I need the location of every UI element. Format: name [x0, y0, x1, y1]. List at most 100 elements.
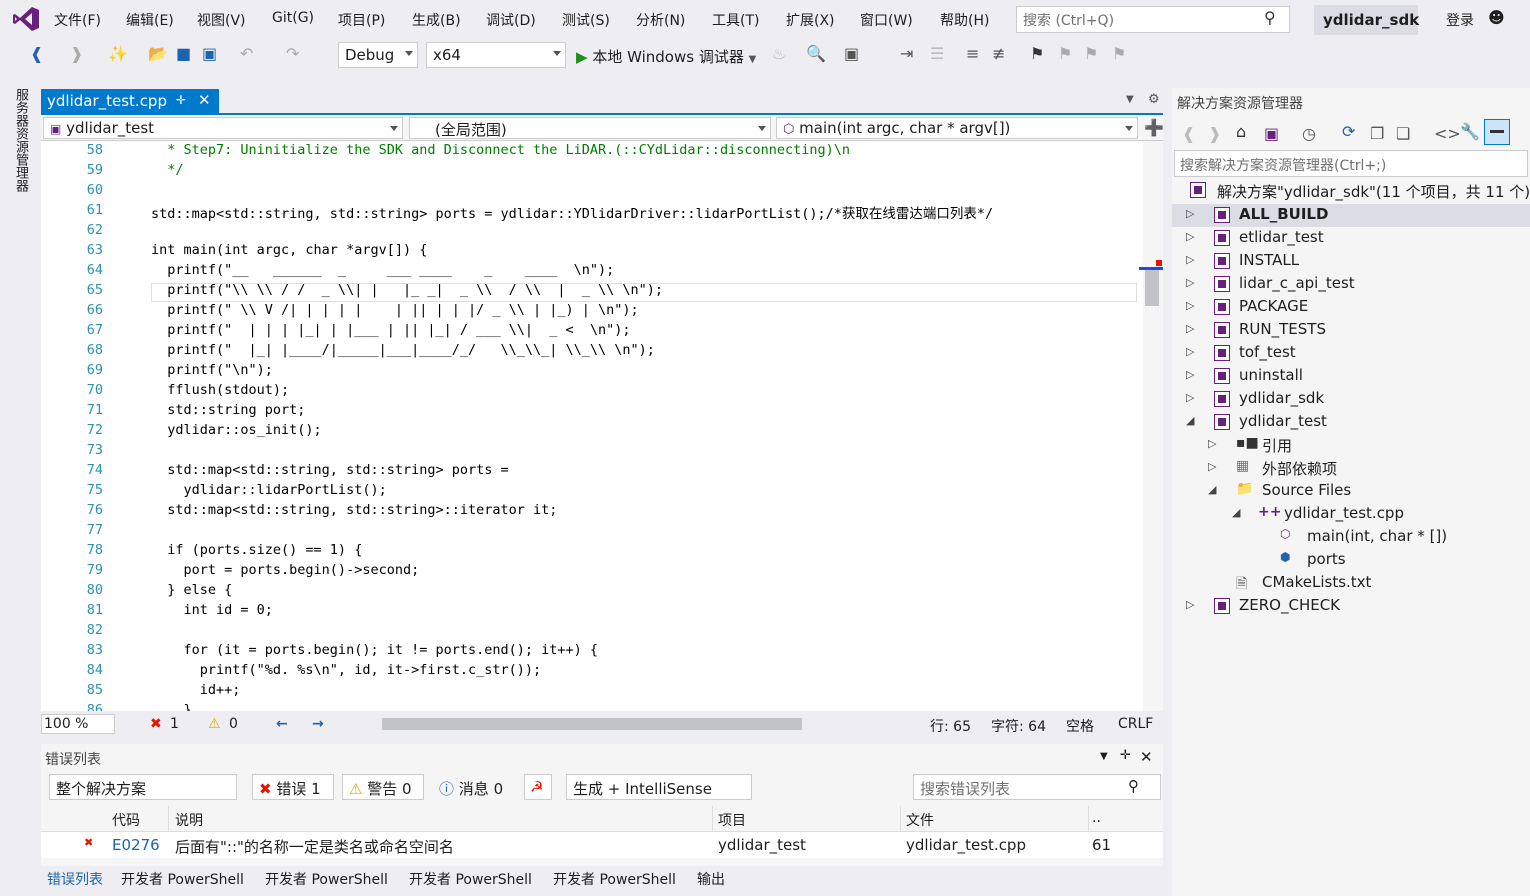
clear-bookmarks-icon[interactable]: ⚑ [1112, 44, 1126, 63]
split-icon[interactable]: ➕ [1144, 118, 1164, 137]
login-link[interactable]: 登录 [1446, 10, 1474, 30]
code-line[interactable]: 76 std::map<std::string, std::string>::i… [41, 502, 1141, 522]
server-explorer-tab[interactable]: 服务器资源管理器 [8, 88, 30, 218]
sync-icon[interactable]: ⟳ [1342, 122, 1355, 141]
tree-item-zero-check[interactable]: ▷ ZERO_CHECK [1172, 595, 1530, 618]
error-icon[interactable]: ✖ [150, 716, 162, 732]
tree-item-run-tests[interactable]: ▷ RUN_TESTS [1172, 319, 1530, 342]
code-line[interactable]: 72 ydlidar::os_init(); [41, 422, 1141, 442]
pin-icon[interactable]: ✛ [176, 93, 186, 107]
editor-vertical-scrollbar[interactable] [1143, 141, 1163, 711]
code-line[interactable]: 58 * Step7: Uninitialize the SDK and Dis… [41, 142, 1141, 162]
scope-filter-select[interactable]: 整个解决方案 [49, 774, 237, 800]
messages-filter-button[interactable]: ⓘ 消息 0 [432, 774, 514, 800]
preview-toggle-button[interactable] [1484, 119, 1510, 145]
format-icon[interactable]: ☰ [930, 44, 944, 63]
open-folder-icon[interactable]: 📂 [148, 44, 168, 63]
menu-edit[interactable]: 编辑(E) [126, 10, 174, 30]
new-item-icon[interactable]: ✨ [108, 44, 128, 63]
tree-item-all-build[interactable]: ▷ ALL_BUILD [1172, 204, 1530, 227]
horizontal-scrollbar-thumb[interactable] [382, 718, 802, 730]
code-line[interactable]: 61 std::map<std::string, std::string> por… [41, 202, 1141, 222]
errors-filter-button[interactable]: ✖ 错误 1 [252, 774, 334, 800]
error-search-input[interactable]: 搜索错误列表 [913, 774, 1161, 800]
back-icon[interactable]: ❰ [1182, 124, 1195, 143]
close-icon[interactable]: ✕ [198, 91, 211, 109]
tree-item-external-deps[interactable]: ▷ ▦ 外部依赖项 [1172, 457, 1530, 480]
pin-icon[interactable]: ✛ [1120, 748, 1131, 763]
hot-reload-icon[interactable]: ♨ [772, 44, 786, 63]
menu-debug[interactable]: 调试(D) [486, 10, 536, 30]
column-file[interactable]: 文件 [906, 810, 934, 830]
tree-item-package[interactable]: ▷ PACKAGE [1172, 296, 1530, 319]
code-line[interactable]: 66 printf(" \\ V /| | | | | | || | | |/ … [41, 302, 1141, 322]
comment-icon[interactable]: ≡ [966, 44, 979, 63]
code-line[interactable]: 84 printf("%d. %s\n", id, it->first.c_st… [41, 662, 1141, 682]
code-editor[interactable]: 58 * Step7: Uninitialize the SDK and Dis… [41, 141, 1163, 711]
code-line[interactable]: 67 printf(" | | | |_| | |___ | || |_| / … [41, 322, 1141, 342]
tree-item-ydlidar-sdk[interactable]: ▷ ydlidar_sdk [1172, 388, 1530, 411]
tree-item-ports-variable[interactable]: ⬢ ports [1172, 549, 1530, 572]
tree-item-source-files[interactable]: ◢ 📁 Source Files [1172, 480, 1530, 503]
home-icon[interactable]: ⌂ [1236, 122, 1246, 141]
tree-item-ydlidar-test[interactable]: ◢ ydlidar_test [1172, 411, 1530, 434]
tree-item-uninstall[interactable]: ▷ uninstall [1172, 365, 1530, 388]
code-line[interactable]: 68 printf(" |_| |____/|_____|___|____/_/… [41, 342, 1141, 362]
menu-build[interactable]: 生成(B) [412, 10, 461, 30]
code-line[interactable]: 86 } [41, 702, 1141, 711]
redo-icon[interactable]: ↷ [286, 44, 299, 63]
tab-powershell-4[interactable]: 开发者 PowerShell [553, 869, 676, 889]
pending-changes-icon[interactable]: ◷ [1302, 124, 1316, 143]
tab-powershell-3[interactable]: 开发者 PowerShell [409, 869, 532, 889]
window-layout-icon[interactable]: ▣ [844, 44, 859, 63]
back-icon[interactable]: ❰ [30, 44, 43, 63]
code-line[interactable]: 73 [41, 442, 1141, 462]
menu-file[interactable]: 文件(F) [54, 10, 101, 30]
save-all-icon[interactable]: ▣ [202, 44, 217, 63]
step-icon[interactable]: ⇥ [900, 44, 913, 63]
tree-item-main-function[interactable]: ⬡ main(int, char * []) [1172, 526, 1530, 549]
menu-project[interactable]: 项目(P) [338, 10, 385, 30]
bookmark-icon[interactable]: ⚑ [1030, 44, 1044, 63]
tree-item-tof-test[interactable]: ▷ tof_test [1172, 342, 1530, 365]
switch-views-icon[interactable]: ▣ [1264, 124, 1279, 143]
code-line[interactable]: 77 [41, 522, 1141, 542]
column-description[interactable]: 说明 [175, 810, 203, 830]
warning-icon[interactable]: ⚠ [208, 716, 221, 732]
code-line[interactable]: 69 printf("\n"); [41, 362, 1141, 382]
code-line[interactable]: 82 [41, 622, 1141, 642]
save-icon[interactable]: ■ [176, 44, 191, 63]
person-icon[interactable]: ☻ [1488, 8, 1505, 27]
column-line[interactable]: .. [1092, 810, 1101, 826]
code-line[interactable]: 78 if (ports.size() == 1) { [41, 542, 1141, 562]
search-icon[interactable]: ⚲ [1128, 777, 1139, 795]
code-line[interactable]: 83 for (it = ports.begin(); it != ports.… [41, 642, 1141, 662]
scrollbar-thumb[interactable] [1145, 270, 1159, 306]
code-icon[interactable]: <> [1434, 124, 1461, 143]
start-debugger-button[interactable]: ▶ 本地 Windows 调试器 ▼ [576, 46, 756, 67]
tree-item-lidar-c-api-test[interactable]: ▷ lidar_c_api_test [1172, 273, 1530, 296]
tree-item-references[interactable]: ▷ ▪■ 引用 [1172, 434, 1530, 457]
menu-git[interactable]: Git(G) [272, 10, 314, 26]
menu-analyze[interactable]: 分析(N) [636, 10, 685, 30]
tab-powershell-2[interactable]: 开发者 PowerShell [265, 869, 388, 889]
code-line[interactable]: 62 [41, 222, 1141, 242]
tab-powershell-1[interactable]: 开发者 PowerShell [121, 869, 244, 889]
menu-tools[interactable]: 工具(T) [712, 10, 759, 30]
gear-icon[interactable]: ⚙ [1148, 92, 1160, 107]
wrench-icon[interactable]: 🔧 [1460, 122, 1480, 141]
menu-extensions[interactable]: 扩展(X) [786, 10, 835, 30]
code-line[interactable]: 63 int main(int argc, char *argv[]) { [41, 242, 1141, 262]
prev-bookmark-icon[interactable]: ⚑ [1058, 44, 1072, 63]
chevron-down-icon[interactable]: ▼ [1100, 751, 1108, 762]
code-line[interactable]: 64 printf("__ ______ _ ___ ____ _ ____ \… [41, 262, 1141, 282]
tree-item-cmakelists[interactable]: 🗎 CMakeLists.txt [1172, 572, 1530, 595]
search-input[interactable]: 搜索 (Ctrl+Q) [1016, 6, 1290, 33]
search-icon[interactable]: ⚲ [1264, 8, 1276, 27]
tab-output[interactable]: 输出 [697, 869, 725, 889]
platform-select[interactable]: x64 [426, 42, 566, 68]
code-line[interactable]: 79 port = ports.begin()->second; [41, 562, 1141, 582]
code-line[interactable]: 74 std::map<std::string, std::string> po… [41, 462, 1141, 482]
code-line[interactable]: 85 id++; [41, 682, 1141, 702]
menu-help[interactable]: 帮助(H) [940, 10, 989, 30]
